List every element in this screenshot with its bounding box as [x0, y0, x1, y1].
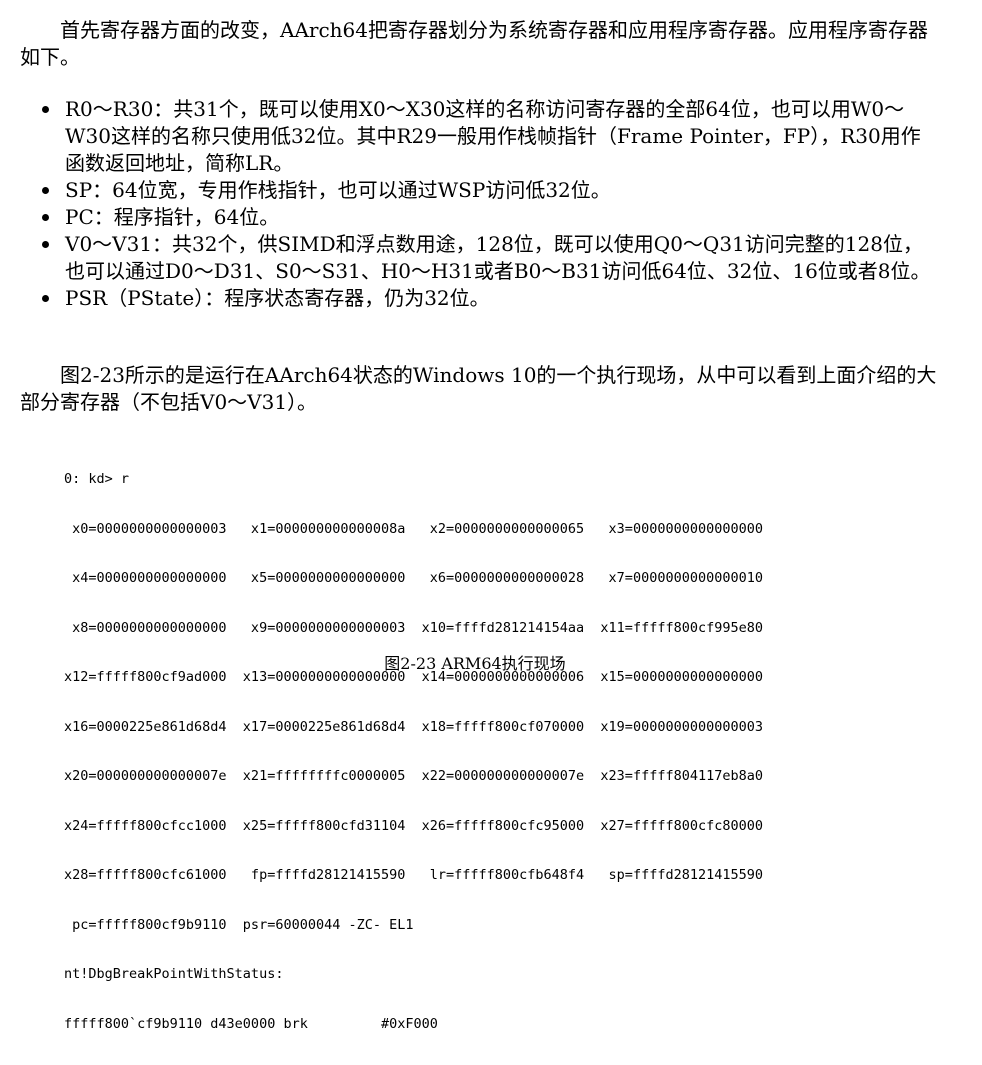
figure-intro-paragraph: 图2-23所示的是运行在AArch64状态的Windows 10的一个执行现场，…: [20, 363, 937, 414]
register-list: R0～R30：共31个，既可以使用X0～X30这样的名称访问寄存器的全部64位，…: [20, 96, 940, 312]
code-line: x28=fffff800cfc61000 fp=ffffd28121415590…: [64, 867, 763, 883]
code-line: x4=0000000000000000 x5=0000000000000000 …: [64, 570, 763, 586]
bullet-icon: [42, 106, 49, 113]
code-line: x16=0000225e861d68d4 x17=0000225e861d68d…: [64, 718, 763, 735]
list-item-text: R0～R30：共31个，既可以使用X0～X30这样的名称访问寄存器的全部64位，…: [65, 97, 921, 175]
code-line: x20=000000000000007e x21=ffffffffc000000…: [64, 768, 763, 784]
code-line: pc=fffff800cf9b9110 psr=60000044 -ZC- EL…: [64, 916, 414, 933]
figure-caption: 图2-23 ARM64执行现场: [384, 654, 566, 673]
code-line: fffff800`cf9b9110 d43e0000 brk #0xF000: [64, 1015, 438, 1032]
document-page: 首先寄存器方面的改变，AArch64把寄存器划分为系统寄存器和应用程序寄存器。应…: [0, 0, 982, 1032]
code-line: x0=0000000000000003 x1=000000000000008a …: [64, 520, 763, 537]
list-item: SP：64位宽，专用作栈指针，也可以通过WSP访问低32位。: [20, 177, 940, 204]
list-item: PC：程序指针，64位。: [20, 204, 940, 231]
bullet-icon: [42, 214, 49, 221]
intro-paragraph: 首先寄存器方面的改变，AArch64把寄存器划分为系统寄存器和应用程序寄存器。应…: [20, 18, 928, 69]
list-item-text: PSR（PState）：程序状态寄存器，仍为32位。: [65, 286, 490, 310]
bullet-icon: [42, 187, 49, 194]
code-line: x8=0000000000000000 x9=0000000000000003 …: [64, 619, 763, 636]
list-item-text: SP：64位宽，专用作栈指针，也可以通过WSP访问低32位。: [65, 178, 611, 202]
list-item: PSR（PState）：程序状态寄存器，仍为32位。: [20, 285, 940, 312]
bullet-icon: [42, 241, 49, 248]
code-line: 0: kd> r: [64, 471, 130, 487]
code-line: x24=fffff800cfcc1000 x25=fffff800cfd3110…: [64, 817, 763, 834]
debugger-register-dump: 0: kd> r x0=0000000000000003 x1=00000000…: [64, 438, 944, 1065]
list-item: R0～R30：共31个，既可以使用X0～X30这样的名称访问寄存器的全部64位，…: [20, 96, 940, 177]
list-item: V0～V31：共32个，供SIMD和浮点数用途，128位，既可以使用Q0～Q31…: [20, 231, 940, 285]
list-item-text: PC：程序指针，64位。: [65, 205, 280, 229]
list-item-text: V0～V31：共32个，供SIMD和浮点数用途，128位，既可以使用Q0～Q31…: [65, 232, 931, 283]
bullet-icon: [42, 295, 49, 302]
code-line: nt!DbgBreakPointWithStatus:: [64, 966, 284, 982]
